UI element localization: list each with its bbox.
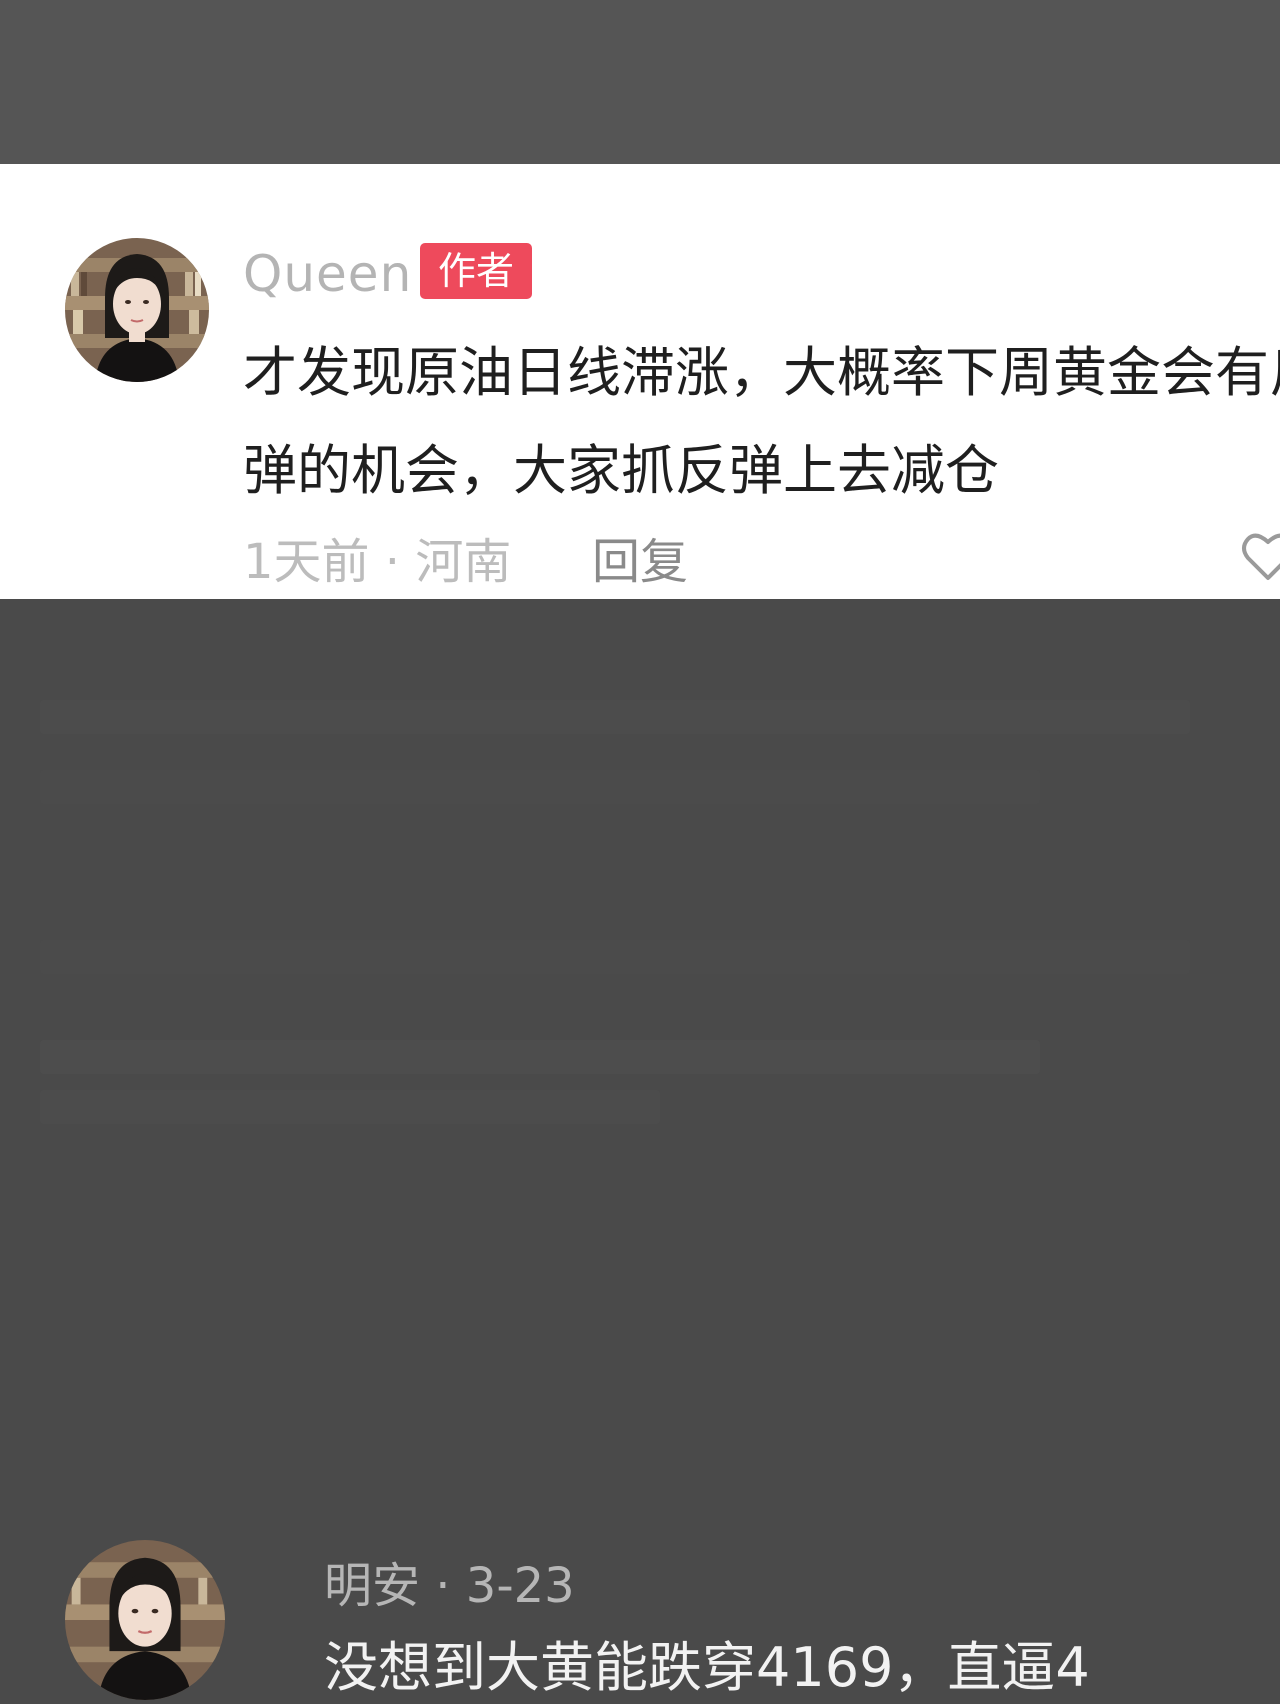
avatar[interactable] — [65, 238, 209, 382]
heart-outline-icon[interactable] — [1238, 526, 1280, 586]
avatar[interactable] — [65, 1540, 225, 1700]
comment-time-location: 1天前 · 河南 — [243, 534, 512, 590]
author-comment-card: Queen 作者 才发现原油日线滞涨，大概率下周黄金会有反弹的机会，大家抓反弹上… — [0, 164, 1280, 599]
comment-text: 才发现原油日线滞涨，大概率下周黄金会有反弹的机会，大家抓反弹上去减仓 — [243, 341, 1280, 502]
background-blur-row — [40, 770, 1040, 804]
background-blur-row — [40, 940, 1190, 974]
next-comment: 明安 · 3-23 没想到大黄能跌穿4169，直逼4 — [0, 1540, 1280, 1700]
comment-text: 没想到大黄能跌穿4169，直逼4 — [324, 1636, 1090, 1699]
comment-username-date[interactable]: 明安 · 3-23 — [324, 1554, 575, 1618]
background-blur-row — [40, 700, 1190, 734]
background-blur-row — [40, 1090, 660, 1124]
background-blur-row — [40, 1040, 1040, 1074]
reply-button[interactable]: 回复 — [592, 530, 688, 594]
comment-username[interactable]: Queen — [243, 242, 412, 306]
author-badge: 作者 — [420, 243, 532, 299]
dimmed-overlay-top — [0, 0, 1280, 164]
